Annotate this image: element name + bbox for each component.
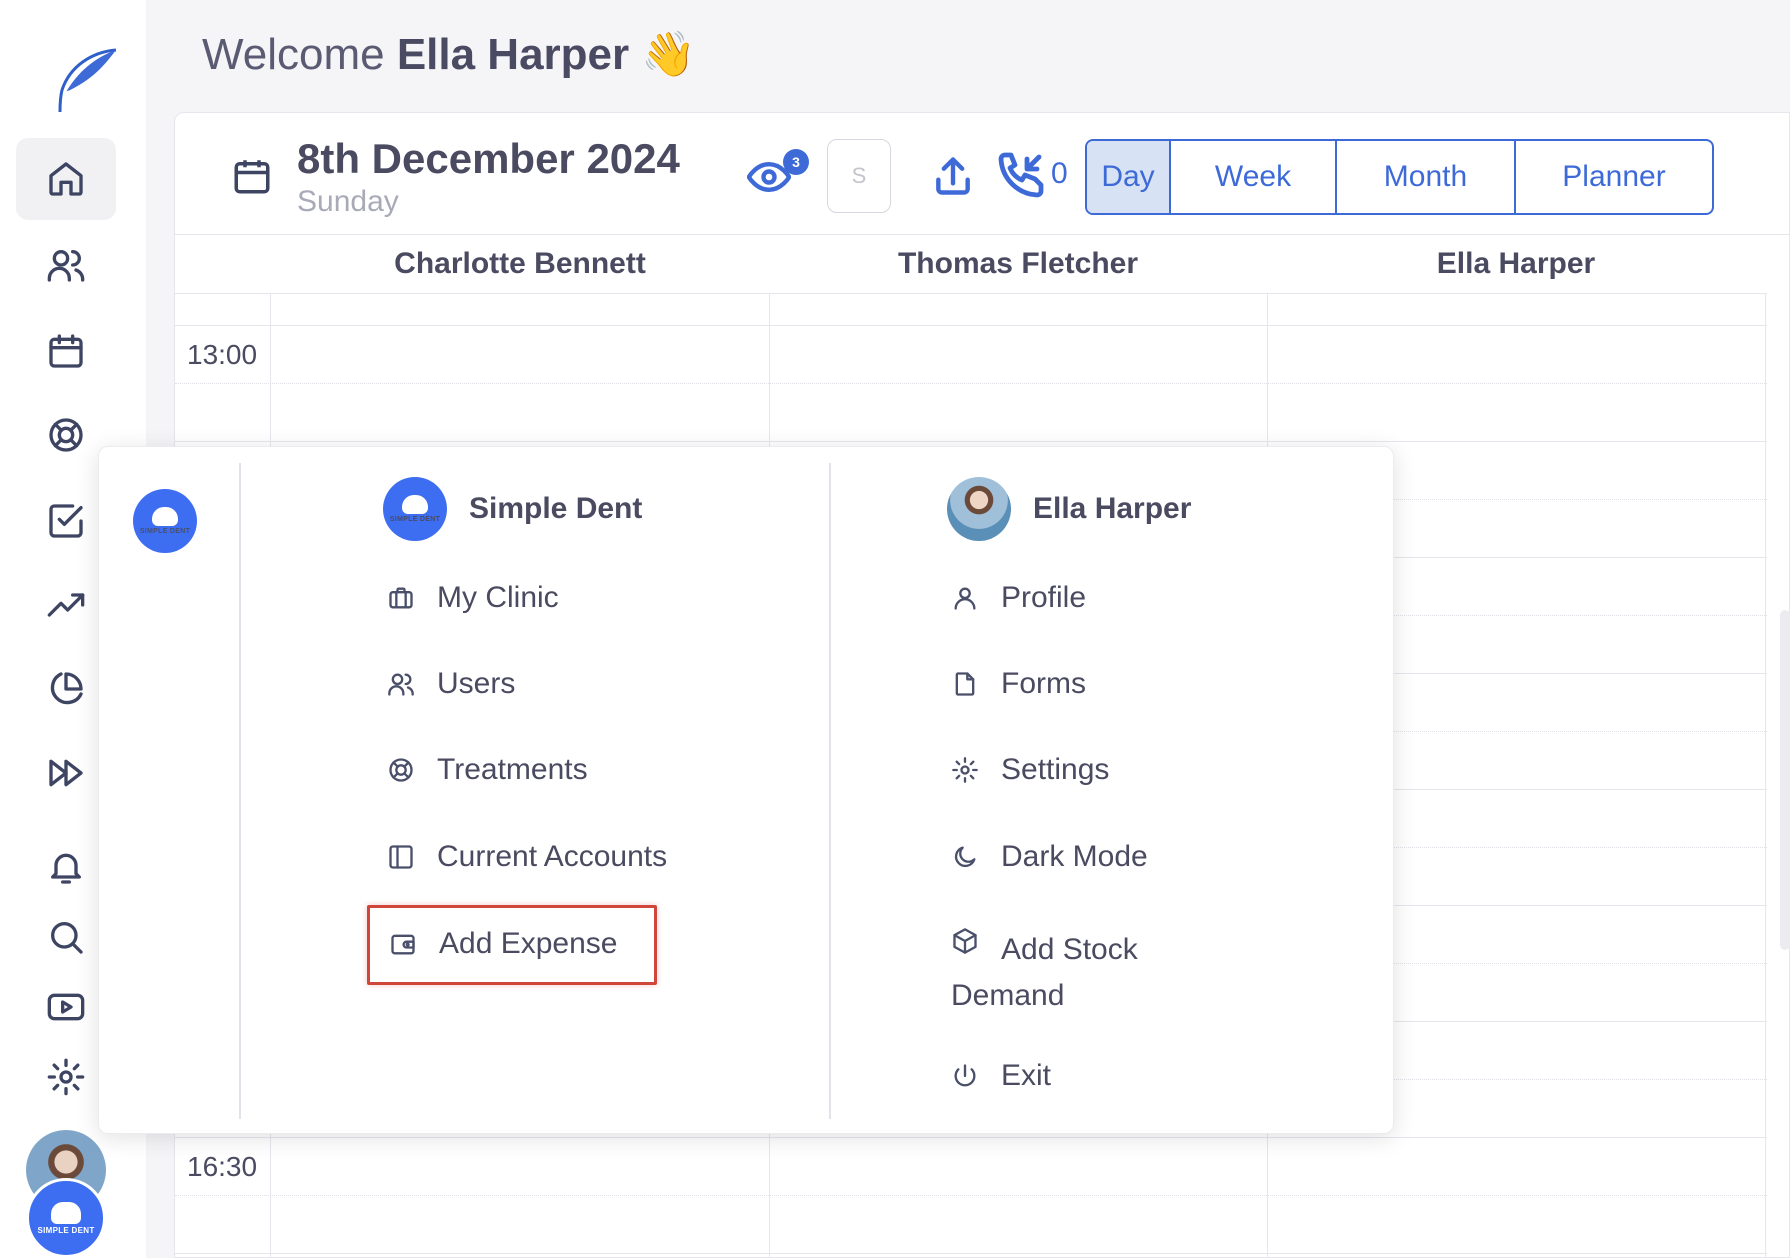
view-planner-button[interactable]: Planner — [1516, 141, 1712, 213]
time-label: 16:30 — [187, 1151, 258, 1182]
tooth-icon — [152, 507, 178, 526]
tooth-icon — [402, 495, 428, 514]
nav-calendar[interactable] — [16, 310, 116, 392]
lifebuoy-icon — [387, 756, 415, 784]
file-icon — [951, 670, 979, 698]
user-avatar — [947, 477, 1011, 541]
calendar-toolbar: 8th December 2024 Sunday 3 S 0 Day Week … — [175, 113, 1789, 235]
share-icon[interactable] — [931, 153, 975, 199]
nav-users[interactable] — [16, 224, 116, 306]
menu-item-label: My Clinic — [437, 581, 559, 614]
user-section-header: Ella Harper — [947, 477, 1191, 541]
bell-icon — [51, 853, 82, 884]
menu-settings[interactable]: Settings — [951, 753, 1109, 787]
current-weekday: Sunday — [297, 185, 399, 218]
divider — [239, 463, 241, 1119]
clinic-logo-text: SIMPLE DENT — [37, 1225, 95, 1235]
divider — [829, 463, 831, 1119]
page-title: Welcome Ella Harper 👋 — [202, 28, 696, 80]
users-icon — [47, 249, 85, 282]
calls-count: 0 — [1051, 157, 1068, 190]
home-icon — [49, 162, 83, 196]
feather-logo-icon — [52, 46, 118, 116]
nav-home[interactable] — [16, 138, 116, 220]
menu-users[interactable]: Users — [387, 667, 515, 701]
menu-item-label: Settings — [1001, 753, 1110, 786]
menu-add-stock-demand-label[interactable]: Add Stock Demand — [951, 927, 1211, 1019]
power-icon — [951, 1062, 979, 1090]
viewers-badge: 3 — [783, 149, 809, 175]
menu-add-expense[interactable]: Add Expense — [389, 927, 617, 961]
menu-item-label: Add Expense — [439, 927, 618, 960]
scrollbar[interactable] — [1780, 610, 1790, 950]
sidebar-panel-icon — [387, 843, 415, 871]
menu-treatments[interactable]: Treatments — [387, 753, 588, 787]
video-icon — [47, 993, 85, 1021]
menu-dark-mode[interactable]: Dark Mode — [951, 840, 1148, 874]
clinic-logo-text: SIMPLE DENT — [389, 516, 441, 523]
gear-icon — [47, 1058, 85, 1096]
view-switcher: Day Week Month Planner — [1085, 139, 1714, 215]
menu-item-label: Treatments — [437, 753, 588, 786]
column-header-ella: Ella Harper — [1436, 247, 1596, 280]
pie-chart-icon — [50, 672, 83, 705]
menu-item-label: Users — [437, 667, 516, 700]
users-icon — [387, 670, 415, 698]
user-name: Ella Harper — [1033, 492, 1192, 525]
clinic-logo[interactable]: SIMPLE DENT — [133, 489, 197, 553]
moon-icon — [951, 843, 979, 871]
lifebuoy-icon — [49, 418, 83, 452]
user-icon — [951, 584, 979, 612]
clinic-logo: SIMPLE DENT — [383, 477, 447, 541]
wallet-icon — [389, 930, 417, 958]
account-menu-popup: SIMPLE DENT SIMPLE DENT Simple Dent My C… — [98, 446, 1394, 1134]
search-input[interactable]: S — [827, 139, 891, 213]
menu-forms[interactable]: Forms — [951, 667, 1086, 701]
incoming-call-icon[interactable] — [997, 151, 1045, 199]
menu-current-accounts[interactable]: Current Accounts — [387, 840, 667, 874]
clinic-section-header: SIMPLE DENT Simple Dent — [383, 477, 642, 541]
menu-item-label: Add Stock Demand — [951, 933, 1138, 1012]
calendar-icon[interactable] — [231, 155, 273, 197]
current-date: 8th December 2024 — [297, 135, 680, 182]
search-icon — [51, 922, 83, 954]
clinic-name: Simple Dent — [469, 492, 643, 525]
menu-item-label: Current Accounts — [437, 840, 668, 873]
clinic-avatar[interactable]: SIMPLE DENT — [26, 1178, 106, 1258]
menu-my-clinic[interactable]: My Clinic — [387, 581, 559, 615]
menu-exit[interactable]: Exit — [951, 1059, 1051, 1093]
view-day-button[interactable]: Day — [1087, 141, 1171, 213]
view-week-button[interactable]: Week — [1171, 141, 1337, 213]
fast-forward-icon — [49, 759, 83, 787]
menu-item-label: Dark Mode — [1001, 840, 1148, 873]
menu-profile[interactable]: Profile — [951, 581, 1086, 615]
calendar-icon — [49, 334, 83, 368]
time-label: 13:00 — [187, 339, 258, 370]
menu-item-label: Exit — [1001, 1059, 1052, 1092]
clinic-logo-text: SIMPLE DENT — [139, 528, 191, 535]
wave-emoji: 👋 — [641, 30, 697, 79]
column-header-thomas: Thomas Fletcher — [897, 247, 1139, 280]
menu-item-label: Forms — [1001, 667, 1086, 700]
trending-icon — [47, 593, 85, 617]
column-header-charlotte: Charlotte Bennett — [394, 247, 646, 280]
gear-icon — [951, 756, 979, 784]
welcome-user-name: Ella Harper — [396, 30, 630, 79]
checkbox-icon — [49, 504, 83, 538]
briefcase-icon — [387, 584, 415, 612]
view-month-button[interactable]: Month — [1337, 141, 1516, 213]
welcome-prefix: Welcome — [202, 30, 385, 79]
menu-item-label: Profile — [1001, 581, 1087, 614]
tooth-icon — [51, 1201, 81, 1224]
